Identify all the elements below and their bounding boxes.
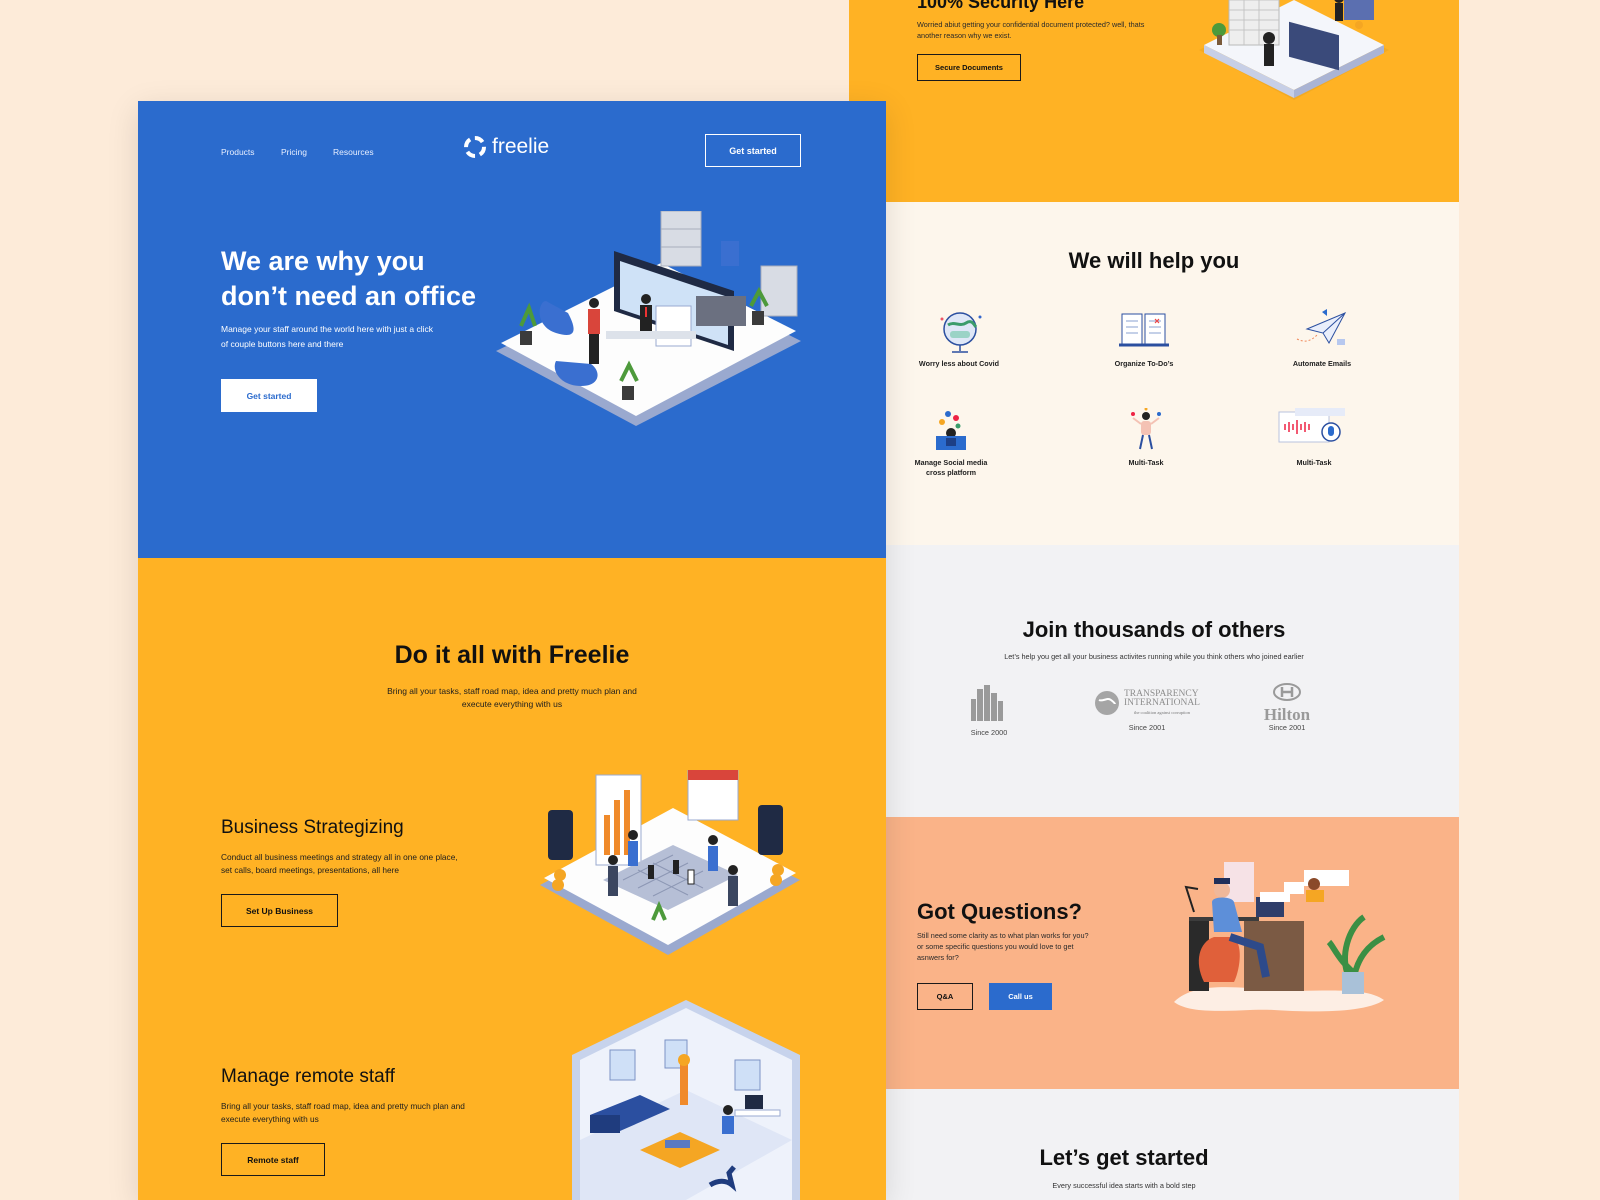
nav-products[interactable]: Products — [221, 147, 255, 157]
help-item-label: Multi-Task — [1128, 458, 1164, 467]
partner-since: Since 2001 — [1128, 723, 1166, 732]
call-us-button[interactable]: Call us — [989, 983, 1052, 1010]
help-item: Multi-Task — [1091, 407, 1201, 467]
logo-text: freelie — [492, 135, 550, 158]
hero-subtitle-line: of couple buttons here and there — [221, 339, 344, 349]
help-item: Multi-Task — [1259, 408, 1369, 467]
remote-text: Bring all your tasks, staff road map, id… — [221, 1100, 465, 1126]
freelie-logo-icon — [464, 136, 486, 158]
join-section: Join thousands of others Let’s help you … — [849, 545, 1459, 817]
remote-title: Manage remote staff — [221, 1066, 395, 1087]
security-text-line: Worried abiut getting your confidential … — [917, 20, 1145, 29]
hero-title-line: We are why you — [221, 246, 425, 276]
remote-room-illustration — [572, 1000, 800, 1200]
remote-text-line: execute everything with us — [221, 1114, 319, 1124]
help-section: We will help you Worry less about Covid … — [849, 202, 1459, 545]
set-up-business-button[interactable]: Set Up Business — [221, 894, 338, 927]
get-started-title: Let’s get started — [1039, 1145, 1209, 1170]
questions-section: Got Questions? Still need some clarity a… — [849, 817, 1459, 1089]
security-section: 100% Security Here Worried abiut getting… — [849, 0, 1459, 202]
help-item: Manage Social media cross platform — [896, 408, 1006, 478]
questions-text-line: or some specific questions you would lov… — [917, 942, 1074, 951]
partner-logo: Hilton Since 2001 — [1247, 683, 1327, 732]
todo-list-icon — [1119, 313, 1169, 347]
transparency-logo: TRANSPARENCY INTERNATIONAL the coalition… — [1087, 683, 1207, 723]
security-text: Worried abiut getting your confidential … — [917, 19, 1144, 41]
do-it-subtitle: Bring all your tasks, staff road map, id… — [138, 685, 886, 711]
questions-text: Still need some clarity as to what plan … — [917, 930, 1089, 963]
transparency-wordmark: TRANSPARENCY INTERNATIONAL the coalition… — [1124, 689, 1200, 717]
hilton-wordmark: Hilton — [1263, 705, 1311, 724]
features-section: Do it all with Freelie Bring all your ta… — [138, 558, 886, 1200]
help-item-label: Manage Social media cross platform — [896, 458, 1006, 478]
get-started-subtitle: Every successful idea starts with a bold… — [1052, 1181, 1196, 1190]
business-illustration — [540, 770, 800, 955]
help-item-label-line: cross platform — [926, 468, 976, 477]
join-title: Join thousands of others — [1022, 617, 1286, 642]
partner-logo: TRANSPARENCY INTERNATIONAL the coalition… — [1087, 683, 1207, 732]
nav-resources[interactable]: Resources — [333, 147, 374, 157]
questions-text-line: asnwers for? — [917, 953, 959, 962]
partner-since: Since 2001 — [1268, 723, 1306, 732]
hero-title: We are why you don’t need an office — [221, 244, 476, 314]
wordmark-line: INTERNATIONAL — [1124, 697, 1200, 708]
hero-subtitle: Manage your staff around the world here … — [221, 322, 433, 352]
help-item-label: Organize To-Do’s — [1114, 359, 1174, 368]
business-text-line: set calls, board meetings, presentations… — [221, 865, 400, 875]
hilton-logo: Hilton — [1247, 683, 1327, 724]
get-started-section: Let’s get started Every successful idea … — [849, 1089, 1459, 1200]
nav-pricing[interactable]: Pricing — [281, 147, 307, 157]
do-it-title: Do it all with Freelie — [394, 641, 630, 669]
hilton-emblem-icon — [1273, 683, 1301, 701]
globe-mask-icon — [940, 312, 982, 353]
audio-wave-icon — [1278, 408, 1345, 443]
help-title: We will help you — [1068, 248, 1240, 273]
questions-title: Got Questions? — [917, 899, 1082, 924]
wordmark-tagline: the coalition against corruption — [1133, 709, 1191, 715]
business-title: Business Strategizing — [221, 817, 404, 838]
do-it-subtitle-line: Bring all your tasks, staff road map, id… — [387, 686, 637, 696]
business-text-line: Conduct all business meetings and strate… — [221, 852, 458, 862]
help-item-label: Worry less about Covid — [918, 359, 1000, 368]
globe-logo-icon — [1095, 691, 1119, 715]
questions-text-line: Still need some clarity as to what plan … — [917, 931, 1089, 940]
social-media-icon — [936, 411, 966, 450]
help-item: Automate Emails — [1267, 309, 1377, 368]
help-item-label-line: Manage Social media — [914, 458, 988, 467]
help-item: Organize To-Do’s — [1089, 309, 1199, 368]
secure-documents-button[interactable]: Secure Documents — [917, 54, 1021, 81]
remote-staff-button[interactable]: Remote staff — [221, 1143, 325, 1176]
join-subtitle: Let’s help you get all your business act… — [1004, 652, 1304, 661]
office-illustration — [496, 211, 801, 426]
juggling-person-icon — [1131, 407, 1161, 450]
hero-section: Products Pricing Resources freelie Get s… — [138, 101, 886, 558]
left-page-mockup: Products Pricing Resources freelie Get s… — [138, 101, 886, 1200]
partner-since: Since 2000 — [970, 728, 1008, 737]
remote-text-line: Bring all your tasks, staff road map, id… — [221, 1101, 465, 1111]
logo[interactable]: freelie — [463, 135, 549, 159]
security-illustration — [1199, 0, 1389, 100]
business-text: Conduct all business meetings and strate… — [221, 851, 458, 877]
questions-illustration — [1174, 862, 1386, 1012]
security-text-line: another reason why we exist. — [917, 31, 1012, 40]
hero-title-line: don’t need an office — [221, 281, 477, 311]
hero-subtitle-line: Manage your staff around the world here … — [221, 324, 433, 334]
hero-get-started-button[interactable]: Get started — [221, 379, 317, 412]
nav-get-started-button[interactable]: Get started — [705, 134, 801, 167]
help-item-label: Automate Emails — [1292, 359, 1352, 368]
partner-logo: Since 2000 — [949, 683, 1029, 737]
help-item: Worry less about Covid — [904, 309, 1014, 368]
paper-plane-icon — [1296, 309, 1347, 345]
help-item-label: Multi-Task — [1296, 458, 1332, 467]
qa-button[interactable]: Q&A — [917, 983, 973, 1010]
right-page-mockup: 100% Security Here Worried abiut getting… — [849, 0, 1459, 1200]
building-logo-icon — [971, 685, 1003, 721]
do-it-subtitle-line: execute everything with us — [461, 699, 563, 709]
security-title: 100% Security Here — [917, 0, 1085, 12]
